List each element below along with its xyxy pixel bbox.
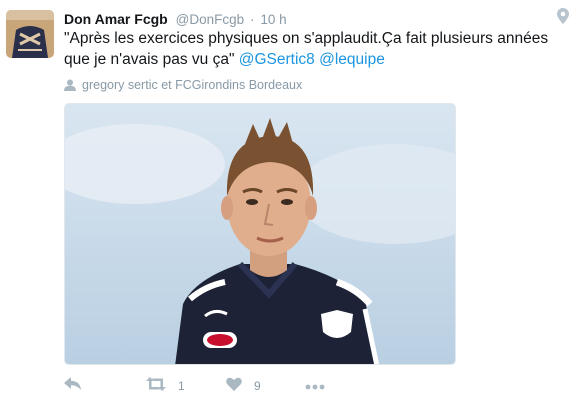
- tweet-actions: 1 9: [64, 376, 364, 396]
- more-button[interactable]: [305, 376, 325, 396]
- tweet-photo[interactable]: [64, 103, 456, 365]
- tweet-text: "Après les exercices physiques on s'appl…: [64, 28, 569, 70]
- retweet-icon: [146, 376, 166, 396]
- mention-lequipe[interactable]: @lequipe: [319, 51, 385, 68]
- avatar[interactable]: [6, 10, 54, 58]
- tagged-users[interactable]: gregory sertic et FCGirondins Bordeaux: [64, 78, 302, 92]
- like-button[interactable]: 9: [226, 376, 261, 396]
- like-count: 9: [254, 379, 261, 393]
- tweet-text-line-2-body: que je n'avais pas vu ça": [64, 51, 239, 68]
- tweet-header: Don Amar Fcgb @DonFcgb · 10 h: [64, 10, 287, 29]
- display-name[interactable]: Don Amar Fcgb: [64, 11, 168, 27]
- heart-icon: [226, 377, 242, 396]
- retweet-count: 1: [178, 379, 185, 393]
- tweet-timestamp[interactable]: 10 h: [260, 12, 286, 27]
- separator-dot: ·: [249, 12, 255, 27]
- user-handle[interactable]: @DonFcgb: [176, 12, 244, 27]
- mention-gsertic8[interactable]: @GSertic8: [239, 51, 315, 68]
- reply-button[interactable]: [64, 376, 82, 396]
- tagged-users-text: gregory sertic et FCGirondins Bordeaux: [82, 78, 303, 92]
- reply-icon: [64, 376, 82, 396]
- map-pin-icon[interactable]: [557, 8, 569, 24]
- person-icon: [64, 79, 76, 91]
- tweet-text-line-1: "Après les exercices physiques on s'appl…: [64, 30, 549, 47]
- tweet-text-line-2: que je n'avais pas vu ça" @GSertic8 @leq…: [64, 49, 569, 70]
- more-dots-icon: [305, 377, 325, 395]
- retweet-button[interactable]: 1: [146, 376, 185, 396]
